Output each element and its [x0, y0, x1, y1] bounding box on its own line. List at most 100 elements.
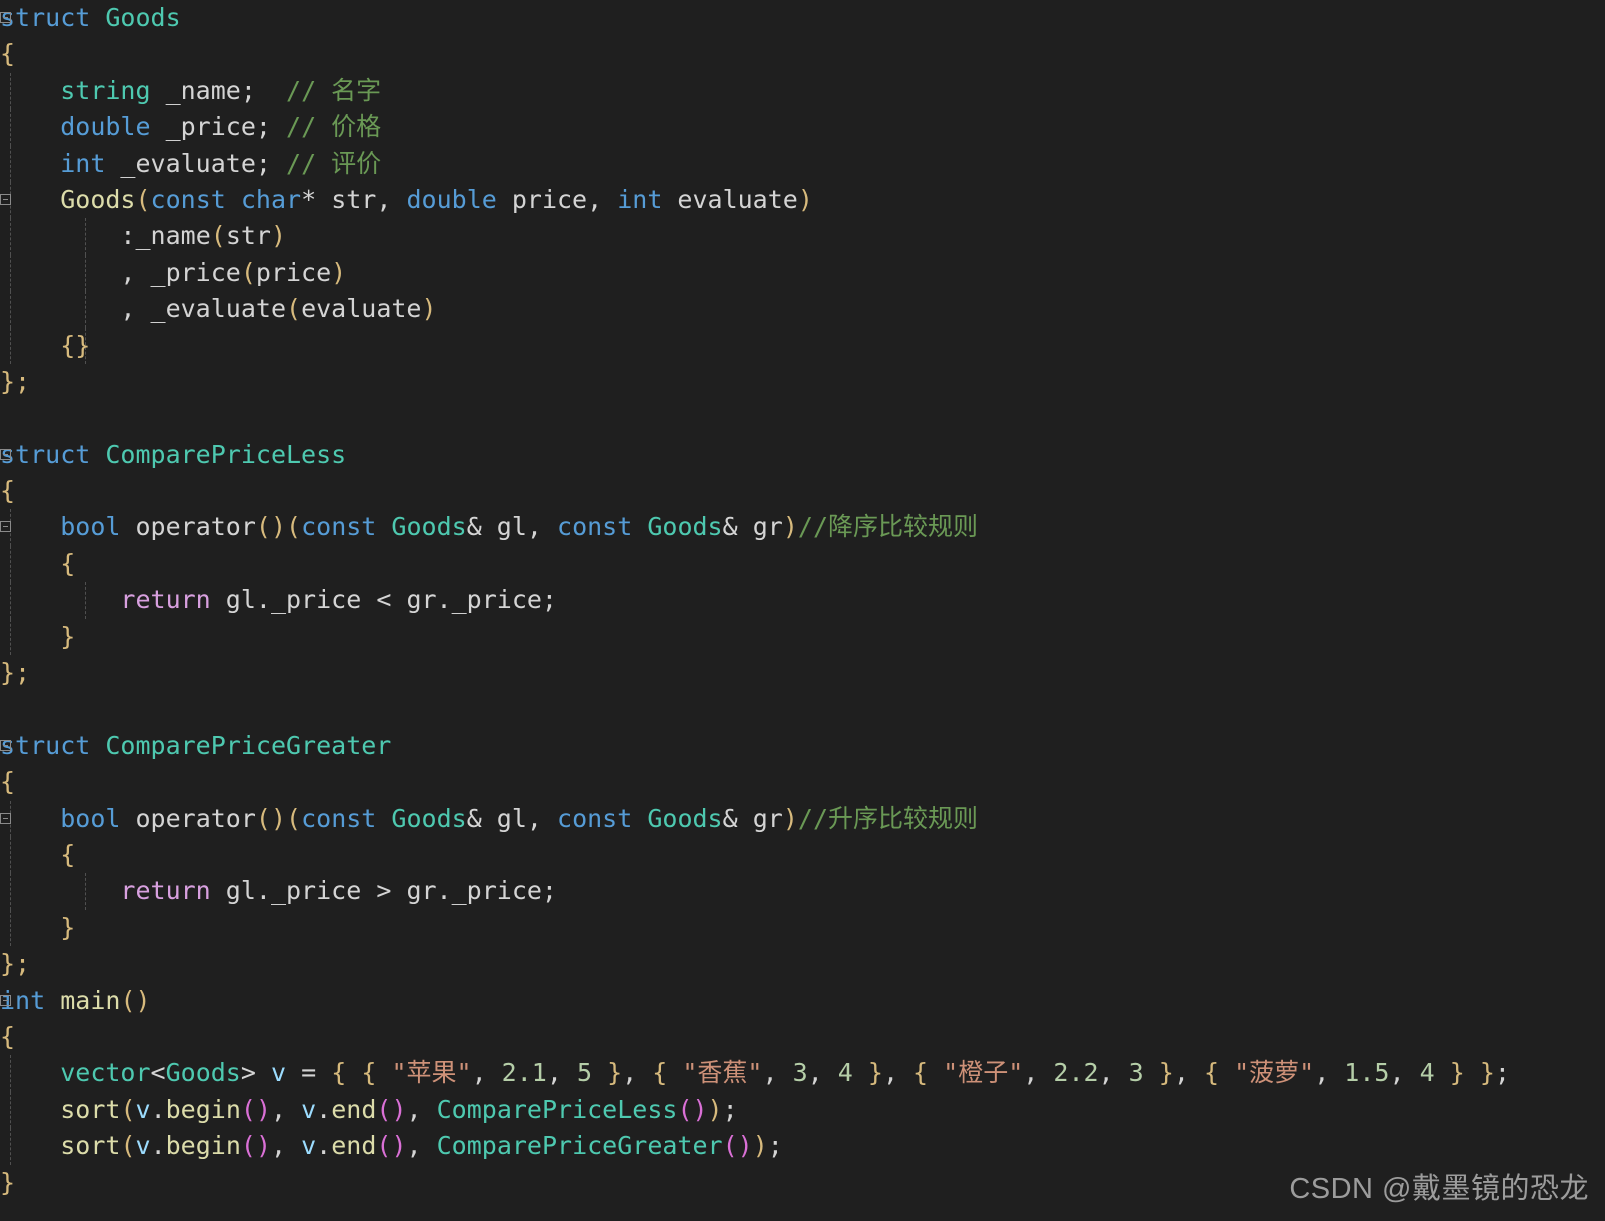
code-line[interactable]: int main() [0, 983, 1605, 1019]
code-line[interactable]: {} [0, 327, 1605, 364]
code-token: { [361, 1058, 377, 1088]
code-line[interactable]: :_name(str) [0, 218, 1605, 255]
code-line-text: , _evaluate(evaluate) [0, 291, 437, 327]
code-line[interactable]: bool operator()(const Goods& gl, const G… [0, 509, 1605, 546]
code-token: } [867, 1058, 883, 1088]
code-line[interactable]: bool operator()(const Goods& gl, const G… [0, 800, 1605, 837]
code-line[interactable]: } [0, 618, 1605, 656]
code-token: ComparePriceLess [105, 439, 347, 469]
code-line[interactable]: { [0, 473, 1605, 509]
code-token: 4 [837, 1058, 853, 1088]
code-token: ; [767, 1131, 783, 1161]
code-fold-marker[interactable] [0, 12, 11, 23]
code-token: _price [270, 585, 362, 615]
code-line[interactable]: struct ComparePriceGreater [0, 728, 1605, 764]
code-line-text: { [0, 837, 75, 873]
code-token: ( [240, 257, 256, 287]
code-token: bool [60, 803, 121, 833]
code-fold-marker[interactable] [0, 994, 11, 1006]
code-line[interactable]: { [0, 1019, 1605, 1055]
code-line[interactable]: }; [0, 364, 1605, 400]
code-line[interactable]: return gl._price > gr._price; [0, 873, 1605, 910]
code-line[interactable]: struct Goods [0, 0, 1605, 36]
code-line-text: sort(v.begin(), v.end(), ComparePriceGre… [0, 1128, 783, 1164]
code-token: ) [421, 294, 437, 324]
code-line-text: } [0, 1165, 15, 1201]
code-token: gl [481, 803, 527, 833]
code-line[interactable]: { [0, 36, 1605, 72]
code-line[interactable]: , _evaluate(evaluate) [0, 291, 1605, 328]
code-token: , [406, 1131, 437, 1161]
code-token: "橙子" [943, 1058, 1024, 1088]
code-token: _price [270, 876, 362, 906]
code-token: ) [782, 803, 798, 833]
code-token: . [316, 1094, 332, 1124]
code-token: . [436, 876, 452, 906]
code-token: double [406, 184, 497, 214]
code-line[interactable]: { [0, 545, 1605, 583]
code-token: ( [210, 221, 226, 251]
code-token: sort [60, 1131, 121, 1161]
code-line-text: , _price(price) [0, 255, 346, 291]
code-line[interactable]: struct ComparePriceLess [0, 437, 1605, 473]
code-text-area[interactable]: struct Goods{ string _name; // 名字 double… [0, 0, 1605, 1201]
code-token: { [1203, 1058, 1220, 1088]
code-line[interactable] [0, 691, 1605, 727]
code-token: } [60, 621, 76, 651]
code-line[interactable]: sort(v.begin(), v.end(), ComparePriceGre… [0, 1128, 1605, 1165]
code-token: operator [135, 512, 256, 542]
code-line[interactable]: string _name; // 名字 [0, 72, 1605, 110]
code-token: , [762, 1058, 793, 1088]
code-fold-marker[interactable] [0, 448, 11, 460]
code-fold-marker[interactable] [0, 812, 11, 824]
code-token: () [677, 1094, 708, 1124]
code-token: > [240, 1058, 256, 1088]
code-line[interactable]: sort(v.begin(), v.end(), ComparePriceLes… [0, 1091, 1605, 1129]
code-line[interactable]: { [0, 764, 1605, 800]
code-line[interactable]: , _price(price) [0, 254, 1605, 292]
code-token: > [376, 876, 392, 906]
code-fold-marker[interactable] [0, 521, 11, 533]
code-token: ( [120, 1094, 136, 1124]
code-token: 4 [1419, 1058, 1435, 1088]
code-fold-marker[interactable] [0, 193, 11, 205]
code-token: ; [240, 75, 256, 105]
code-token: _price [150, 112, 256, 142]
code-token: price [496, 184, 588, 214]
code-token: _price [451, 585, 542, 615]
code-token: ; [255, 112, 271, 142]
code-line[interactable]: return gl._price < gr._price; [0, 582, 1605, 619]
code-line[interactable]: { [0, 836, 1605, 874]
code-line-text: return gl._price > gr._price; [0, 873, 557, 909]
code-token: , [622, 1058, 653, 1088]
code-line[interactable] [0, 400, 1605, 436]
code-line[interactable]: vector<Goods> v = { { "苹果", 2.1, 5 }, { … [0, 1055, 1605, 1092]
code-line-text: bool operator()(const Goods& gl, const G… [0, 509, 978, 545]
code-token: //升序比较规则 [797, 803, 978, 833]
code-line[interactable]: } [0, 909, 1605, 947]
code-line[interactable]: double _price; // 价格 [0, 109, 1605, 146]
code-fold-marker[interactable] [0, 739, 11, 751]
code-token: ) [782, 512, 798, 542]
code-token: ComparePriceLess [436, 1094, 678, 1124]
code-line[interactable]: int _evaluate; // 评价 [0, 145, 1605, 182]
code-line[interactable]: Goods(const char* str, double price, int… [0, 181, 1605, 219]
code-token: Goods [60, 184, 136, 214]
code-line[interactable]: }; [0, 655, 1605, 691]
code-editor[interactable]: struct Goods{ string _name; // 名字 double… [0, 0, 1605, 1221]
code-token: () [376, 1094, 407, 1124]
code-token: // 名字 [286, 75, 382, 105]
code-line[interactable]: }; [0, 946, 1605, 982]
